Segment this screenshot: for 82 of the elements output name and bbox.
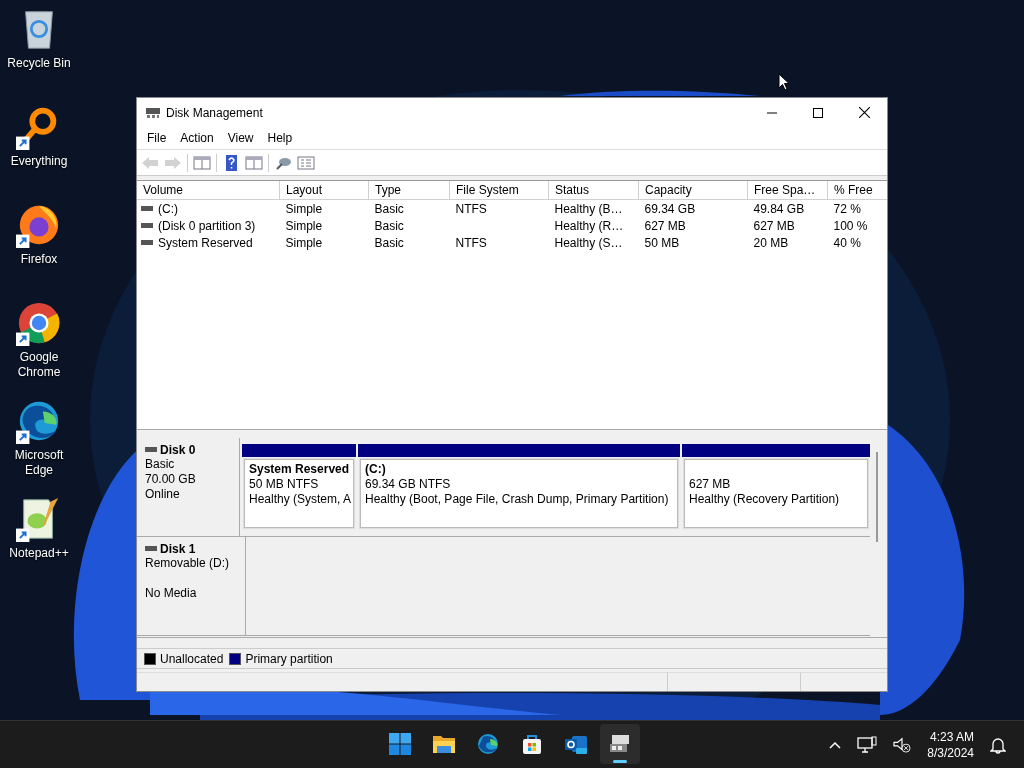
legend-label: Primary partition bbox=[245, 651, 333, 666]
column-header[interactable]: File System bbox=[449, 181, 549, 200]
disk-detail: Basic bbox=[145, 457, 176, 472]
icon-label: Microsoft Edge bbox=[13, 448, 65, 478]
taskbar-button[interactable] bbox=[600, 724, 640, 764]
table-cell: Basic bbox=[374, 235, 404, 250]
partition-block[interactable]: System Reserved 50 MB NTFS Healthy (System, A bbox=[244, 459, 354, 528]
drive-icon bbox=[145, 446, 157, 453]
drive-icon bbox=[145, 545, 157, 552]
legend-label: Unallocated bbox=[160, 651, 224, 666]
drive-icon bbox=[141, 222, 153, 229]
table-cell: Healthy (B… bbox=[554, 201, 623, 216]
column-header[interactable]: Capacity bbox=[638, 181, 748, 200]
volume-muted-icon[interactable] bbox=[893, 736, 912, 753]
browser-icon[interactable] bbox=[16, 300, 62, 346]
partition-size: 50 MB NTFS bbox=[249, 477, 320, 492]
table-cell: (Disk 0 partition 3) bbox=[158, 218, 256, 233]
table-cell: 49.84 GB bbox=[753, 201, 805, 216]
drive-icon bbox=[141, 205, 153, 212]
mouse-pointer-icon bbox=[778, 73, 790, 91]
table-cell: 20 MB bbox=[753, 235, 789, 250]
partition-name: (C:) bbox=[365, 462, 387, 477]
icon-label: Google Chrome bbox=[16, 350, 62, 380]
column-header[interactable]: Layout bbox=[279, 181, 369, 200]
clock-time[interactable]: 4:23 AM bbox=[929, 728, 974, 745]
partition-size: 69.34 GB NTFS bbox=[365, 477, 452, 492]
table-cell: NTFS bbox=[455, 235, 487, 250]
table-cell: Simple bbox=[285, 218, 323, 233]
windows-logo-icon bbox=[388, 732, 412, 756]
partition-status: Healthy (Boot, Page File, Crash Dump, Primary Partition) bbox=[365, 492, 670, 507]
table-cell: 69.34 GB bbox=[644, 201, 696, 216]
menu-item[interactable]: Action bbox=[173, 129, 221, 147]
chevron-up-icon[interactable] bbox=[829, 740, 842, 749]
browser-icon bbox=[476, 732, 500, 756]
column-header[interactable]: Free Spa… bbox=[747, 181, 828, 200]
window-title: Disk Management bbox=[166, 105, 263, 120]
partition-block[interactable]: 627 MB Healthy (Recovery Partition) bbox=[684, 459, 868, 528]
table-cell: Simple bbox=[285, 201, 323, 216]
column-header[interactable]: % Free bbox=[827, 181, 887, 200]
maximize-icon bbox=[813, 107, 823, 118]
icon-label: Notepad++ bbox=[8, 546, 70, 561]
table-cell: Basic bbox=[374, 218, 404, 233]
drive-icon bbox=[141, 239, 153, 246]
partition-block[interactable]: (C:) 69.34 GB NTFS Healthy (Boot, Page File, Crash Dump, Primary Partition) bbox=[360, 459, 678, 528]
menu-item[interactable]: File bbox=[140, 129, 174, 147]
disk-detail: 70.00 GB bbox=[145, 472, 197, 487]
column-header[interactable]: Type bbox=[368, 181, 450, 200]
table-cell: 100 % bbox=[833, 218, 868, 233]
disk-name: Disk 1 bbox=[160, 541, 196, 556]
table-cell: Basic bbox=[374, 201, 404, 216]
disk-status: No Media bbox=[145, 586, 198, 601]
shopping-bag-icon bbox=[520, 732, 544, 756]
column-header[interactable]: Status bbox=[548, 181, 639, 200]
partition-size: 627 MB bbox=[689, 477, 732, 492]
table-cell: System Reserved bbox=[158, 235, 253, 250]
disk-detail: Removable (D:) bbox=[145, 556, 231, 571]
table-cell: 72 % bbox=[833, 201, 861, 216]
clock-date[interactable]: 8/3/2024 bbox=[927, 744, 974, 761]
network-icon[interactable] bbox=[857, 735, 878, 754]
icon-label: Recycle Bin bbox=[6, 56, 72, 71]
table-cell: (C:) bbox=[158, 201, 178, 216]
icon-label: Firefox bbox=[19, 252, 59, 267]
menu-item[interactable]: Help bbox=[260, 129, 300, 147]
table-cell: 50 MB bbox=[644, 235, 680, 250]
partition-status: Healthy (System, A bbox=[249, 492, 349, 507]
partition-name: System Reserved bbox=[249, 462, 349, 477]
icon-label: Everything bbox=[9, 154, 69, 169]
column-header[interactable]: Volume bbox=[137, 181, 280, 200]
scrollbar[interactable] bbox=[876, 452, 878, 542]
bell-icon[interactable] bbox=[990, 735, 1006, 754]
table-cell: Simple bbox=[285, 235, 323, 250]
close-icon bbox=[858, 107, 870, 118]
menu-item[interactable]: View bbox=[220, 129, 261, 147]
disk-detail: Online bbox=[145, 487, 181, 502]
table-cell: NTFS bbox=[455, 201, 487, 216]
table-cell: Healthy (S… bbox=[554, 235, 623, 250]
table-cell: 40 % bbox=[833, 235, 861, 250]
disk-name: Disk 0 bbox=[160, 442, 196, 457]
table-cell: 627 MB bbox=[644, 218, 686, 233]
table-cell: Healthy (R… bbox=[554, 218, 624, 233]
table-cell: 627 MB bbox=[753, 218, 795, 233]
partition-status: Healthy (Recovery Partition) bbox=[689, 492, 841, 507]
